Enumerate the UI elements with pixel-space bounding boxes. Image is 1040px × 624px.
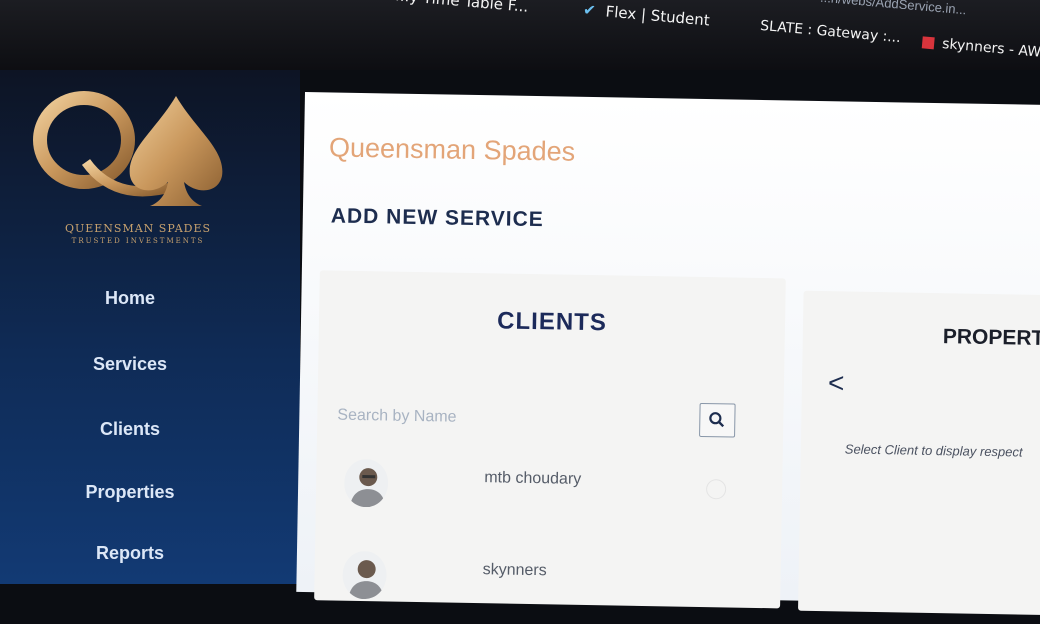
sidebar-item-properties[interactable]: Properties xyxy=(0,482,260,503)
bookmark-timetable[interactable]: ...y Time Table F... xyxy=(394,0,529,16)
client-list-item[interactable]: mtb choudary xyxy=(316,458,783,526)
client-search-input[interactable] xyxy=(335,400,690,437)
clients-panel: CLIENTS mtb choudary xyxy=(314,270,786,609)
client-select-radio[interactable] xyxy=(705,479,727,500)
sidebar-item-home[interactable]: Home xyxy=(0,288,260,309)
sidebar-item-reports[interactable]: Reports xyxy=(0,543,260,564)
client-list-item[interactable]: skynners xyxy=(314,550,781,618)
sidebar-item-services[interactable]: Services xyxy=(0,354,260,375)
bookmark-skynners-aws[interactable]: skynners - AW... xyxy=(921,34,1040,62)
clients-title: CLIENTS xyxy=(496,307,608,337)
client-avatar xyxy=(342,550,387,600)
client-name: mtb choudary xyxy=(484,469,582,488)
bookmark-flex-student[interactable]: ✔ Flex | Student xyxy=(582,1,710,30)
sidebar: QUEENSMAN SPADES TRUSTED INVESTMENTS Hom… xyxy=(0,70,300,584)
sidebar-item-clients[interactable]: Clients xyxy=(0,419,260,440)
chevron-left-icon[interactable]: < xyxy=(828,367,845,399)
properties-empty-message: Select Client to display respect xyxy=(844,441,1023,460)
properties-panel: PROPERT < Select Client to display respe… xyxy=(798,290,1040,616)
logo-tagline: TRUSTED INVESTMENTS xyxy=(71,237,205,245)
queensman-spades-logo[interactable]: QUEENSMAN SPADES TRUSTED INVESTMENTS xyxy=(26,90,236,260)
client-name: skynners xyxy=(482,561,547,580)
aws-icon xyxy=(921,36,935,50)
browser-bookmark-bar: ...y Time Table F... ✔ Flex | Student SLA… xyxy=(0,0,1040,70)
search-icon xyxy=(709,412,725,428)
properties-title: PROPERT xyxy=(942,325,1040,350)
checkmark-icon: ✔ xyxy=(582,0,597,20)
address-bar-url[interactable]: ...n/webs/AddService.in... xyxy=(820,0,967,17)
logo-company-name: QUEENSMAN SPADES xyxy=(64,222,212,235)
search-button[interactable] xyxy=(699,402,736,438)
page-title: ADD NEW SERVICE xyxy=(330,204,544,232)
qs-monogram-icon xyxy=(33,91,223,206)
bookmark-slate-gateway[interactable]: SLATE : Gateway :... xyxy=(760,18,902,46)
main-content: Queensman Spades ADD NEW SERVICE CLIENTS… xyxy=(296,92,1040,616)
client-avatar xyxy=(343,458,389,508)
brand-title: Queensman Spades xyxy=(328,132,576,167)
